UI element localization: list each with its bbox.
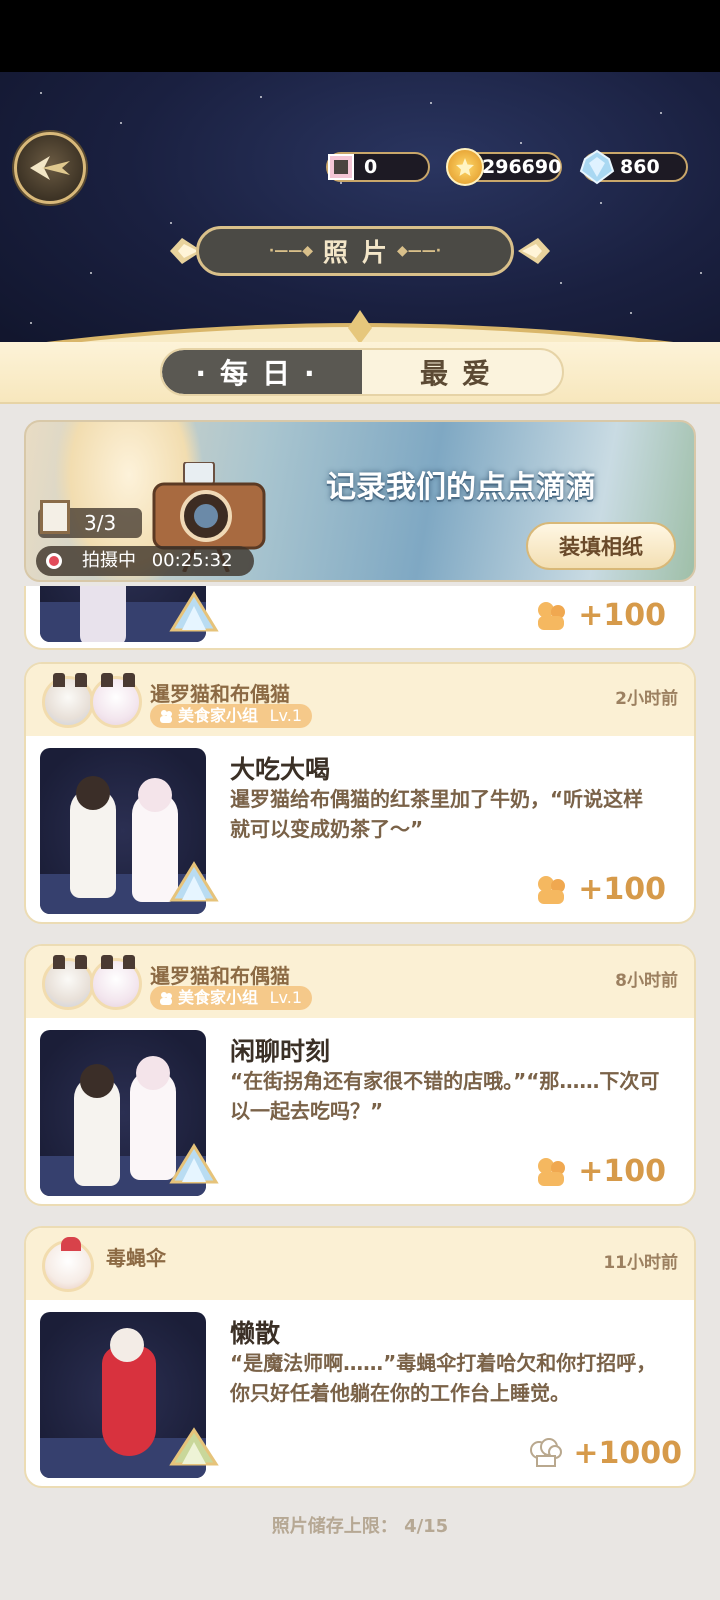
photo-banner: 3/3 拍摄中 00:25:32 记录我们的点点滴滴 装填相纸 bbox=[24, 420, 696, 582]
photo-entry-card-partial[interactable]: +100 bbox=[24, 586, 696, 650]
load-photo-paper-button[interactable]: 装填相纸 bbox=[526, 522, 676, 570]
back-arrow-icon bbox=[30, 156, 70, 180]
page-title: 照片 bbox=[322, 238, 401, 267]
card-header: 毒蝇伞 11小时前 bbox=[26, 1228, 694, 1300]
avatar-ragdoll-cat bbox=[90, 673, 142, 728]
storage-limit: 照片储存上限： 4/15 bbox=[0, 1512, 720, 1538]
entry-title: 大吃大喝 bbox=[230, 755, 331, 784]
leaf-badge-icon bbox=[169, 1427, 219, 1466]
tab-daily[interactable]: ·每日· bbox=[162, 350, 362, 394]
film-slot-counter: 3/3 bbox=[38, 500, 142, 538]
title-ornament-left: ·——◆ bbox=[268, 243, 313, 259]
film-icon bbox=[322, 148, 360, 186]
storage-label: 照片储存上限： bbox=[271, 1516, 398, 1537]
reward-amount: +100 bbox=[534, 596, 666, 636]
chef-hat-icon bbox=[530, 1438, 563, 1467]
avatar-fly-agaric bbox=[42, 1237, 94, 1292]
shooting-timer: 00:25:32 bbox=[151, 550, 233, 571]
entry-description: 暹罗猫给布偶猫的红茶里加了牛奶，“听说这样就可以变成奶茶了～” bbox=[230, 787, 644, 841]
avatar-siamese-cat bbox=[42, 955, 94, 1010]
group-name: 美食家小组 bbox=[178, 988, 259, 1007]
entry-title: 闲聊时刻 bbox=[230, 1037, 331, 1066]
entry-time: 2小时前 bbox=[615, 689, 678, 709]
back-button[interactable] bbox=[14, 132, 86, 204]
diamond-counter[interactable]: 860 bbox=[579, 149, 688, 185]
film-slot-count: 3/3 bbox=[84, 511, 117, 535]
group-badge: 美食家小组 Lv.1 bbox=[150, 986, 312, 1010]
photo-entry-card[interactable]: 暹罗猫和布偶猫 美食家小组 Lv.1 8小时前 闲聊时刻 “在街拐角还有家很不错… bbox=[24, 944, 696, 1206]
group-icon bbox=[160, 992, 172, 1005]
character-names: 毒蝇伞 bbox=[106, 1246, 166, 1270]
photo-frame-icon bbox=[40, 500, 70, 534]
tab-favorites[interactable]: 最爱 bbox=[362, 350, 562, 394]
group-badge: 美食家小组 Lv.1 bbox=[150, 704, 312, 728]
crystal-badge-icon bbox=[169, 591, 219, 632]
film-count: 0 bbox=[364, 156, 378, 178]
character-names: 暹罗猫和布偶猫 bbox=[150, 964, 290, 988]
title-right-ornament bbox=[518, 238, 550, 264]
friendship-icon bbox=[538, 876, 566, 904]
shooting-status: 拍摄中 00:25:32 bbox=[36, 546, 254, 576]
diamond-icon bbox=[578, 148, 616, 186]
diamond-amount: 860 bbox=[620, 156, 660, 178]
group-level: Lv.1 bbox=[269, 706, 302, 725]
group-name: 美食家小组 bbox=[178, 706, 259, 725]
group-level: Lv.1 bbox=[269, 988, 302, 1007]
page-title-plate: ·——◆ 照片 ◆——· bbox=[196, 226, 514, 276]
reward-amount: +1000 bbox=[529, 1434, 682, 1474]
avatar-siamese-cat bbox=[42, 673, 94, 728]
storage-value: 4/15 bbox=[404, 1516, 449, 1537]
recording-icon bbox=[46, 553, 62, 569]
reward-amount: +100 bbox=[534, 870, 666, 910]
entry-time: 11小时前 bbox=[603, 1253, 678, 1273]
crystal-badge-icon bbox=[169, 1143, 219, 1184]
gold-amount: 296690 bbox=[482, 156, 562, 178]
group-icon bbox=[160, 710, 172, 723]
entry-description: “是魔法师啊……”毒蝇伞打着哈欠和你打招呼，你只好任着他躺在你的工作台上睡觉。 bbox=[230, 1351, 657, 1405]
film-counter[interactable]: 0 bbox=[326, 152, 430, 182]
tab-switcher: ·每日· 最爱 bbox=[160, 348, 564, 396]
avatar-ragdoll-cat bbox=[90, 955, 142, 1010]
photo-entry-card[interactable]: 毒蝇伞 11小时前 懒散 “是魔法师啊……”毒蝇伞打着哈欠和你打招呼，你只好任着… bbox=[24, 1226, 696, 1488]
entry-description: “在街拐角还有家很不错的店哦。”“那……下次可以一起去吃吗？” bbox=[230, 1069, 660, 1123]
status-bar bbox=[0, 0, 720, 72]
title-ornament-right: ◆——· bbox=[397, 243, 442, 259]
friendship-icon bbox=[538, 602, 566, 630]
photo-entry-card[interactable]: 暹罗猫和布偶猫 美食家小组 Lv.1 2小时前 大吃大喝 暹罗猫给布偶猫的红茶里… bbox=[24, 662, 696, 924]
crystal-badge-icon bbox=[169, 861, 219, 902]
banner-title: 记录我们的点点滴滴 bbox=[326, 470, 596, 505]
character-names: 暹罗猫和布偶猫 bbox=[150, 682, 290, 706]
shooting-label: 拍摄中 bbox=[82, 550, 136, 571]
card-header: 暹罗猫和布偶猫 美食家小组 Lv.1 8小时前 bbox=[26, 946, 694, 1018]
entry-time: 8小时前 bbox=[615, 971, 678, 991]
entry-title: 懒散 bbox=[230, 1319, 281, 1348]
card-header: 暹罗猫和布偶猫 美食家小组 Lv.1 2小时前 bbox=[26, 664, 694, 736]
gold-counter[interactable]: 296690 bbox=[446, 148, 562, 186]
friendship-icon bbox=[538, 1158, 566, 1186]
reward-amount: +100 bbox=[534, 1152, 666, 1192]
gold-coin-icon bbox=[446, 148, 484, 186]
